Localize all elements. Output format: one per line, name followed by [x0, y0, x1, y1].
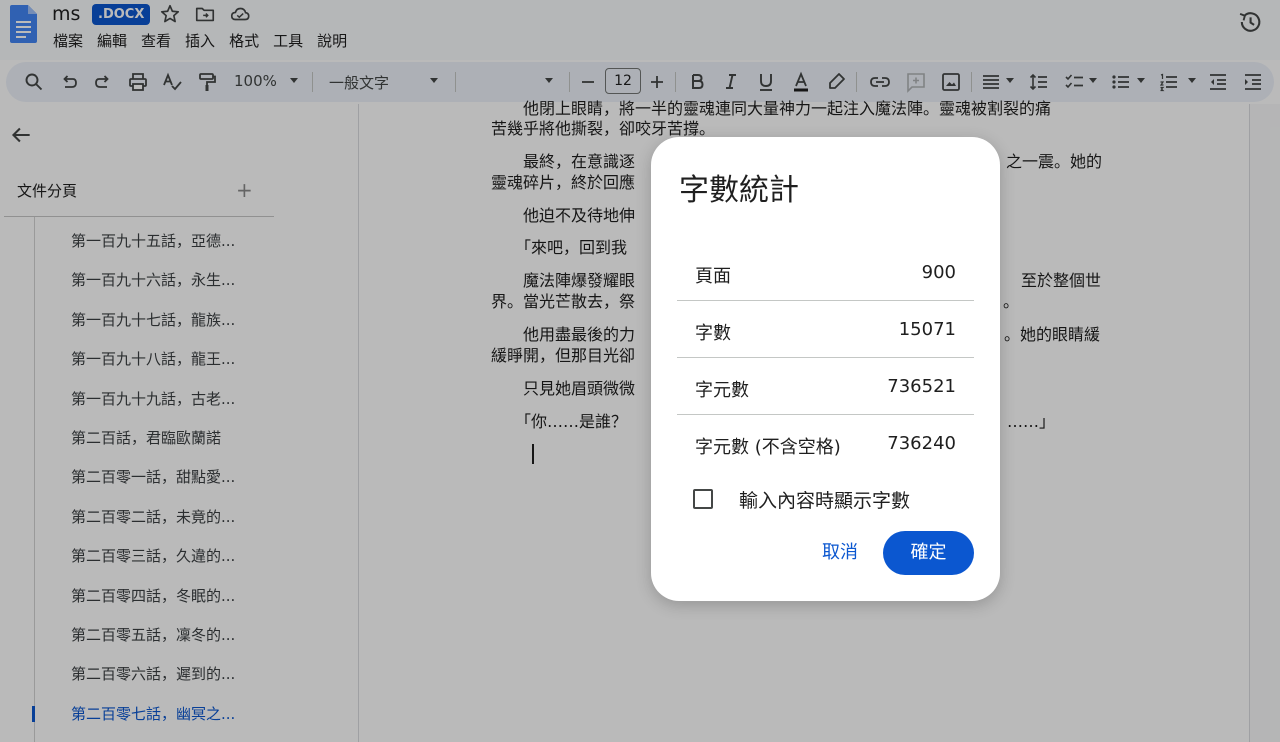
- ok-button[interactable]: 確定: [883, 531, 974, 575]
- modal-overlay[interactable]: [0, 0, 1280, 742]
- stat-value: 15071: [898, 319, 956, 340]
- stat-label: 字數: [695, 323, 731, 344]
- stat-row-pages: 頁面 900: [677, 244, 974, 301]
- cancel-button[interactable]: 取消: [810, 531, 870, 575]
- stat-label: 字元數: [695, 380, 749, 401]
- stat-row-words: 字數 15071: [677, 301, 974, 358]
- show-word-count-checkbox[interactable]: [693, 489, 713, 509]
- stat-label: 字元數 (不含空格): [695, 437, 841, 458]
- show-word-count-label[interactable]: 輸入內容時顯示字數: [739, 486, 910, 513]
- dialog-title: 字數統計: [679, 173, 799, 208]
- stat-row-characters-no-spaces: 字元數 (不含空格) 736240: [677, 415, 974, 472]
- word-count-dialog: 字數統計 頁面 900 字數 15071 字元數 736521 字元數 (不含空…: [651, 137, 1000, 601]
- stat-row-characters: 字元數 736521: [677, 358, 974, 415]
- stat-value: 900: [921, 262, 956, 283]
- stat-label: 頁面: [695, 266, 731, 287]
- stat-value: 736521: [887, 376, 956, 397]
- stat-value: 736240: [887, 433, 956, 454]
